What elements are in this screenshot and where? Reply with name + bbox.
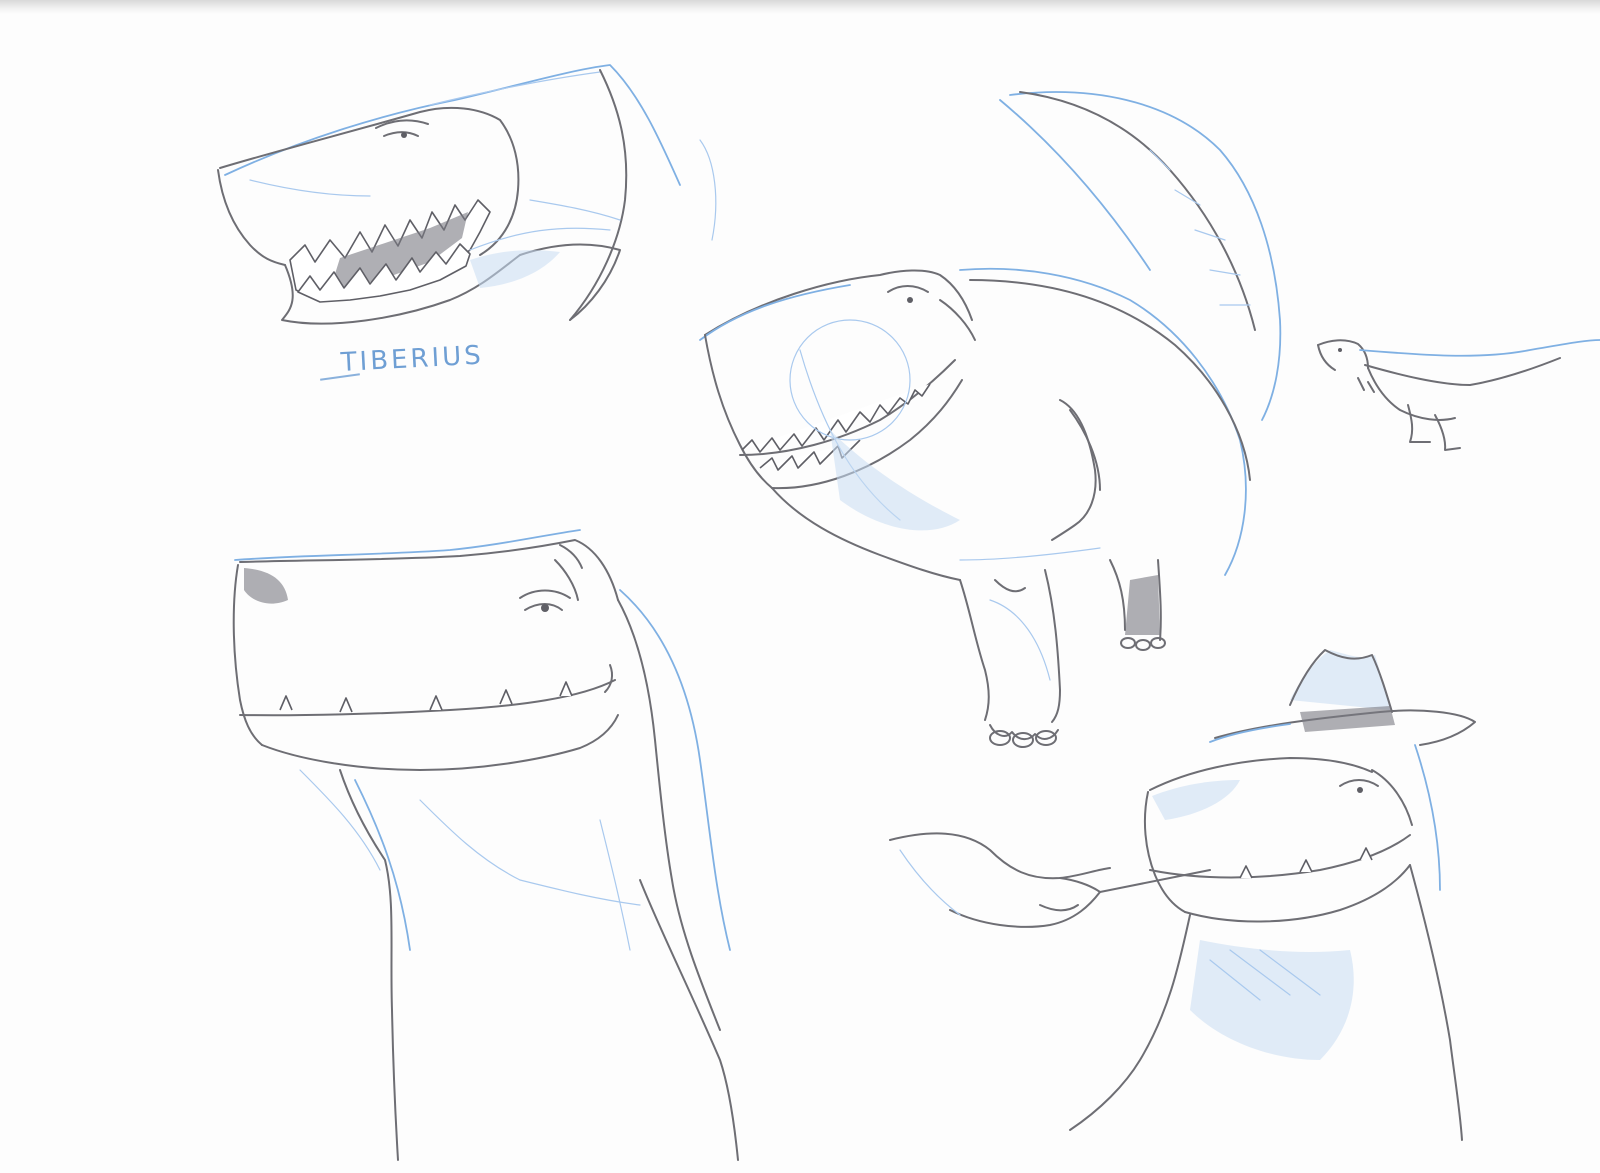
sketch-small-walker <box>1317 339 1600 451</box>
sketch-drawings: .g { fill: none; stroke: #6e6e74; stroke… <box>217 64 1600 1161</box>
sketch-sheet: .g { fill: none; stroke: #6e6e74; stroke… <box>0 0 1600 1173</box>
sketch-large-head <box>232 529 739 1161</box>
sketch-hat-head <box>889 649 1476 1141</box>
sketch-full-body <box>699 91 1282 748</box>
sketch-snarling-head <box>217 64 717 325</box>
